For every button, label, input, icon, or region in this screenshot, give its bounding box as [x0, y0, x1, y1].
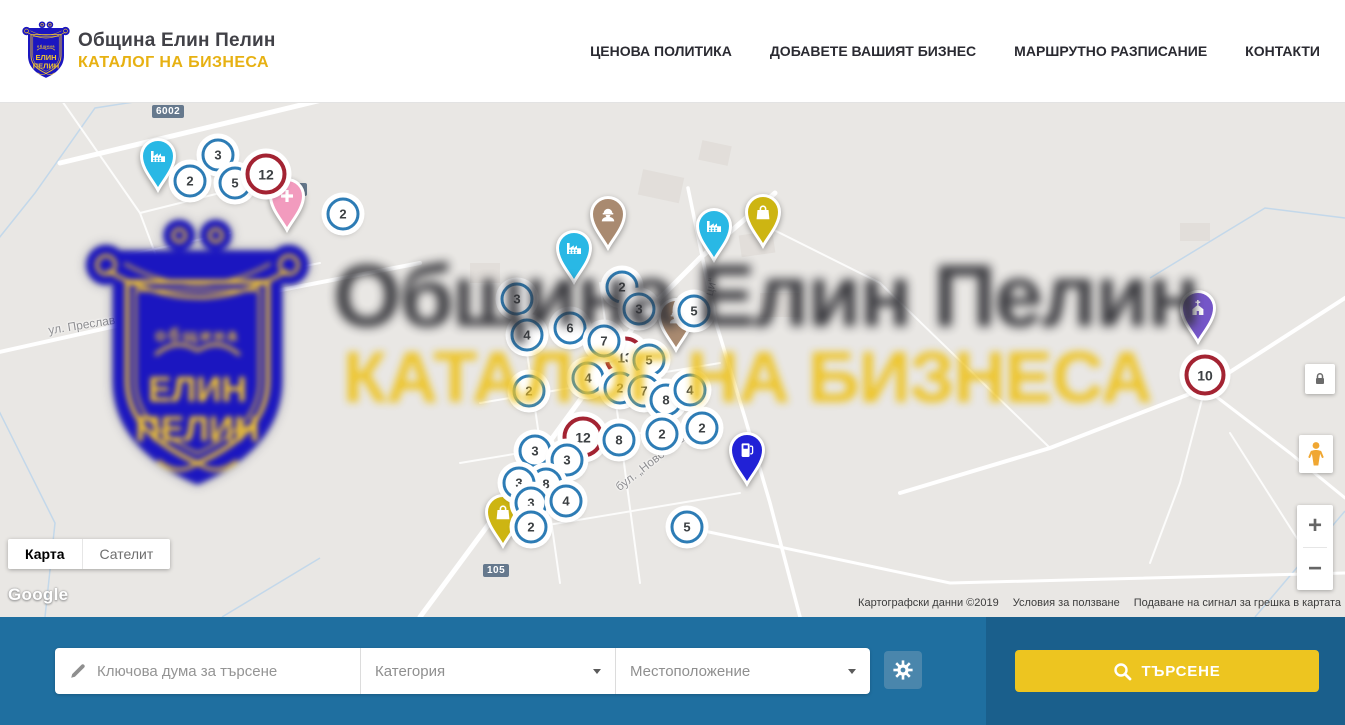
chevron-down-icon	[593, 669, 601, 674]
map-cluster[interactable]: 2	[327, 198, 360, 231]
map-cluster[interactable]: 3	[501, 283, 534, 316]
map-pin-factory[interactable]	[551, 227, 597, 290]
map-pin-fuel[interactable]	[724, 429, 770, 492]
map-cluster[interactable]: 4	[674, 374, 707, 407]
google-logo[interactable]: Google	[8, 585, 68, 605]
map-cluster[interactable]: 3	[623, 293, 656, 326]
brand-logo[interactable]: Община Елин Пелин КАТАЛОГ НА БИЗНЕСА	[22, 20, 276, 82]
search-icon	[1113, 662, 1132, 681]
municipality-crest-icon	[22, 20, 70, 82]
map-cluster[interactable]: 8	[603, 424, 636, 457]
keyword-input[interactable]	[97, 663, 348, 680]
map-cluster[interactable]: 10	[1185, 355, 1226, 396]
zoom-control: + −	[1297, 505, 1333, 590]
map-pin-factory[interactable]	[691, 205, 737, 268]
map-cluster[interactable]: 2	[174, 165, 207, 198]
map-cluster[interactable]: 6	[554, 312, 587, 345]
map-cluster[interactable]: 2	[686, 412, 719, 445]
attribution-copyright: Картографски данни ©2019	[858, 597, 999, 609]
gear-icon	[893, 660, 913, 680]
pegman-button[interactable]	[1299, 435, 1333, 473]
main-nav: ЦЕНОВА ПОЛИТИКА ДОБАВЕТЕ ВАШИЯТ БИЗНЕС МАР…	[552, 43, 1345, 59]
map-cluster[interactable]: 2	[513, 375, 546, 408]
road-badge: 6002	[152, 105, 184, 118]
nav-item[interactable]: ЦЕНОВА ПОЛИТИКА	[590, 43, 732, 59]
map-cluster[interactable]: 12	[246, 154, 287, 195]
map-pin-factory[interactable]	[135, 135, 181, 198]
map-pin-church[interactable]	[1175, 287, 1221, 350]
zoom-out-button[interactable]: −	[1297, 548, 1333, 590]
map-cluster[interactable]: 5	[678, 295, 711, 328]
zoom-in-button[interactable]: +	[1297, 505, 1333, 547]
map-cluster[interactable]: 7	[588, 325, 621, 358]
map-cluster[interactable]: 2	[515, 511, 548, 544]
search-bar: Категория Местоположение	[0, 617, 1345, 725]
category-select-value: Категория	[375, 663, 593, 680]
map-attribution: Картографски данни ©2019 Условия за полз…	[858, 597, 1341, 609]
search-form: Категория Местоположение	[55, 648, 870, 694]
map-type-toggle: Карта Сателит	[8, 539, 170, 569]
advanced-search-button[interactable]	[884, 651, 922, 689]
map-view-button[interactable]: Карта	[8, 539, 82, 569]
nav-item[interactable]: ДОБАВЕТЕ ВАШИЯТ БИЗНЕС	[770, 43, 976, 59]
map-viewport[interactable]: ул. Преславбул. „Новоселци“ци“ 6002105 3…	[0, 103, 1345, 617]
category-select[interactable]: Категория	[360, 648, 615, 694]
page: Община Елин Пелин КАТАЛОГ НА БИЗНЕСА ЦЕН…	[0, 0, 1345, 725]
search-bar-left-panel: Категория Местоположение	[0, 617, 986, 725]
satellite-view-button[interactable]: Сателит	[82, 539, 171, 569]
location-select[interactable]: Местоположение	[615, 648, 870, 694]
map-cluster[interactable]: 4	[511, 319, 544, 352]
nav-item[interactable]: КОНТАКТИ	[1245, 43, 1320, 59]
keyword-field[interactable]	[55, 648, 360, 694]
nav-item[interactable]: МАРШРУТНО РАЗПИСАНИЕ	[1014, 43, 1207, 59]
search-bar-right-panel: ТЪРСЕНЕ	[986, 617, 1345, 725]
chevron-down-icon	[848, 669, 856, 674]
location-select-value: Местоположение	[630, 663, 848, 680]
lock-icon	[1311, 370, 1329, 388]
map-cluster[interactable]: 5	[671, 511, 704, 544]
brand-subtitle: КАТАЛОГ НА БИЗНЕСА	[78, 54, 276, 72]
brand-title: Община Елин Пелин	[78, 30, 276, 52]
map-cluster[interactable]: 3	[519, 435, 552, 468]
streetview-lock-button[interactable]	[1305, 364, 1335, 394]
search-submit-button[interactable]: ТЪРСЕНЕ	[1015, 650, 1319, 692]
map-cluster[interactable]: 5	[633, 344, 666, 377]
pencil-icon	[69, 662, 87, 680]
header: Община Елин Пелин КАТАЛОГ НА БИЗНЕСА ЦЕН…	[0, 0, 1345, 103]
map-cluster[interactable]: 2	[646, 418, 679, 451]
map-pin-bag[interactable]	[740, 191, 786, 254]
map-cluster[interactable]: 4	[550, 485, 583, 518]
brand-text: Община Елин Пелин КАТАЛОГ НА БИЗНЕСА	[78, 30, 276, 72]
report-error-link[interactable]: Подаване на сигнал за грешка в картата	[1134, 597, 1341, 609]
road-badge: 105	[483, 564, 509, 577]
search-submit-label: ТЪРСЕНЕ	[1141, 663, 1220, 680]
terms-link[interactable]: Условия за ползване	[1013, 597, 1120, 609]
map-cluster[interactable]: 4	[572, 362, 605, 395]
pegman-icon	[1306, 441, 1326, 467]
